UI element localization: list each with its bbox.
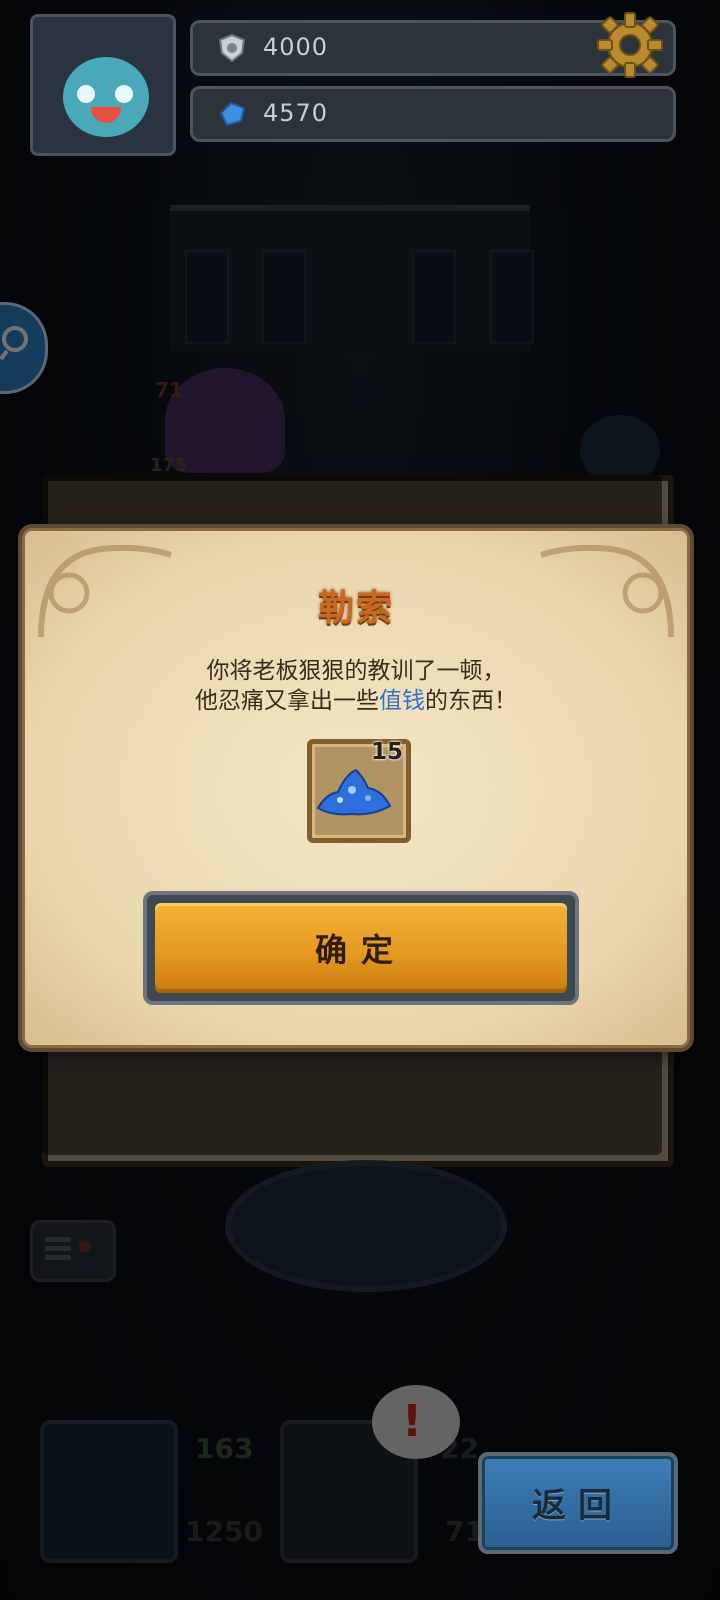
shield-coin-icon bbox=[218, 33, 246, 63]
gear-icon[interactable] bbox=[595, 10, 665, 80]
message-line-2: 他忍痛又拿出一些值钱的东西！ bbox=[195, 688, 517, 714]
currency-1-value: 4000 bbox=[263, 33, 329, 61]
dialog-title: 勒索 bbox=[317, 588, 394, 629]
blue-gem-icon bbox=[219, 101, 246, 127]
player-avatar[interactable] bbox=[30, 14, 176, 156]
dialog-message: 你将老板狠狠的教训了一顿， 他忍痛又拿出一些值钱的东西！ bbox=[25, 656, 687, 716]
highlight-text: 值钱 bbox=[379, 688, 425, 714]
return-button[interactable]: 返回 bbox=[478, 1452, 678, 1554]
message-line-1: 你将老板狠狠的教训了一顿， bbox=[206, 658, 506, 684]
currency-bar-2: 4570 bbox=[190, 86, 676, 142]
currency-2-value: 4570 bbox=[263, 99, 329, 127]
extortion-dialog: 勒索 你将老板狠狠的教训了一顿， 他忍痛又拿出一些值钱的东西！ 15 确定 bbox=[22, 528, 690, 1048]
confirm-button[interactable]: 确定 bbox=[143, 891, 579, 1005]
confirm-button-label: 确定 bbox=[314, 931, 407, 969]
avatar-face bbox=[63, 57, 149, 137]
return-button-label: 返回 bbox=[532, 1486, 624, 1526]
reward-count: 15 bbox=[371, 739, 404, 765]
